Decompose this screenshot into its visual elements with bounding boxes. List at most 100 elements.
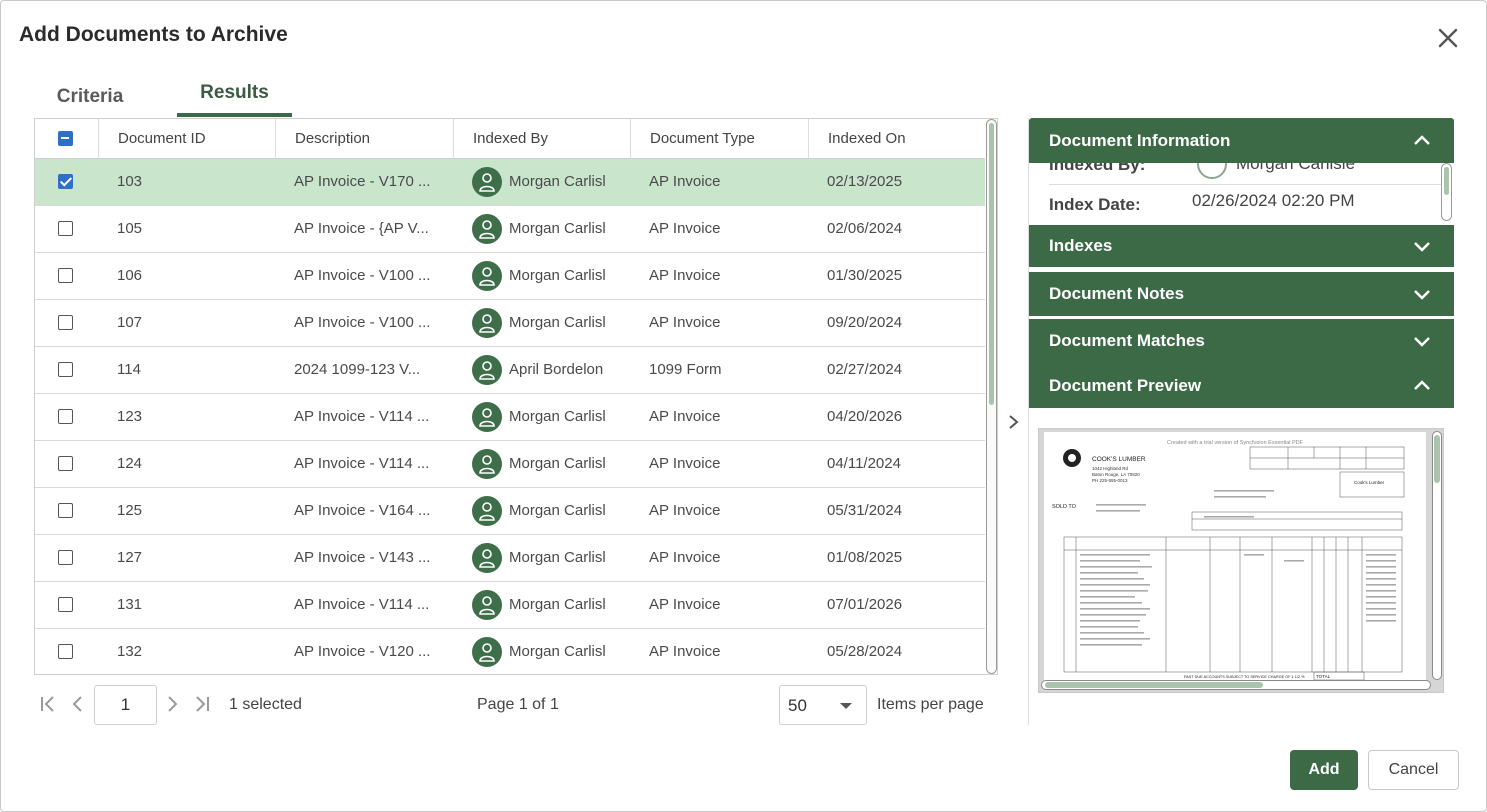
document-id-cell: 124	[117, 455, 143, 472]
row-checkbox[interactable]	[58, 597, 73, 612]
document-type-cell: AP Invoice	[649, 220, 721, 237]
chevron-right-icon[interactable]	[1004, 410, 1024, 434]
column-header-document-type[interactable]: Document Type	[630, 119, 808, 159]
add-button[interactable]: Add	[1290, 750, 1358, 790]
table-row[interactable]: 132 AP Invoice - V120 ... Morgan Carlisl AP…	[35, 629, 985, 674]
last-page-icon[interactable]	[190, 692, 214, 716]
indexed-by-cell: April Bordelon	[453, 347, 630, 393]
indexed-on-cell: 01/08/2025	[827, 549, 903, 566]
indexed-by-value: Morgan Carlisle	[1236, 163, 1356, 173]
tab-criteria[interactable]: Criteria	[35, 77, 145, 121]
user-avatar-icon	[472, 590, 502, 620]
table-row[interactable]: 114 2024 1099-123 V... April Bordelon 1099 …	[35, 347, 985, 394]
preview-past-due: PAST DUE ACCOUNTS SUBJECT TO SERVICE CHA…	[1184, 675, 1305, 679]
document-type-cell: AP Invoice	[649, 314, 721, 331]
row-checkbox[interactable]	[58, 174, 73, 189]
indexed-by-row: Indexed By: Morgan Carlisle	[1049, 163, 1444, 185]
document-preview[interactable]: Created with a trial version of Syncfusi…	[1038, 428, 1444, 693]
indexed-on-cell: 02/06/2024	[827, 220, 903, 237]
index-date-row: Index Date: 02/26/2024 02:20 PM	[1049, 185, 1444, 221]
items-per-page-label: Items per page	[877, 696, 984, 713]
row-checkbox[interactable]	[58, 503, 73, 518]
scrollbar-thumb[interactable]	[1045, 682, 1263, 688]
page-number-input[interactable]	[94, 685, 157, 725]
user-avatar-icon	[472, 308, 502, 338]
scrollbar-thumb[interactable]	[989, 123, 994, 405]
select-all-checkbox[interactable]	[58, 131, 73, 146]
user-avatar-icon	[472, 214, 502, 244]
document-id-cell: 103	[117, 173, 143, 190]
preview-vertical-scrollbar[interactable]	[1432, 431, 1442, 680]
close-icon[interactable]	[1435, 25, 1461, 51]
tab-results[interactable]: Results	[177, 73, 292, 117]
page-info: Page 1 of 1	[477, 696, 559, 713]
row-checkbox[interactable]	[58, 268, 73, 283]
table-row[interactable]: 105 AP Invoice - {AP V... Morgan Carlisl AP…	[35, 206, 985, 253]
preview-company-city: Baton Rouge, LA 70820	[1092, 472, 1140, 477]
table-row[interactable]: 103 AP Invoice - V170 ... Morgan Carlisl AP…	[35, 159, 985, 206]
document-id-cell: 105	[117, 220, 143, 237]
table-row[interactable]: 124 AP Invoice - V114 ... Morgan Carlisl AP…	[35, 441, 985, 488]
description-cell: AP Invoice - V164 ...	[294, 502, 431, 519]
row-select-cell	[35, 535, 98, 581]
grid-vertical-scrollbar[interactable]	[986, 119, 997, 674]
column-header-description[interactable]: Description	[275, 119, 453, 159]
scrollbar-thumb[interactable]	[1434, 435, 1440, 483]
caret-down-icon	[840, 703, 852, 709]
indexed-by-cell: Morgan Carlisl	[453, 441, 630, 487]
scrollbar-thumb[interactable]	[1444, 167, 1449, 195]
table-row[interactable]: 123 AP Invoice - V114 ... Morgan Carlisl AP…	[35, 394, 985, 441]
row-checkbox[interactable]	[58, 221, 73, 236]
table-row[interactable]: 125 AP Invoice - V164 ... Morgan Carlisl AP…	[35, 488, 985, 535]
row-select-cell	[35, 347, 98, 393]
row-checkbox[interactable]	[58, 456, 73, 471]
document-type-cell: AP Invoice	[649, 596, 721, 613]
indexed-by-name: April Bordelon	[509, 361, 604, 378]
table-row[interactable]: 106 AP Invoice - V100 ... Morgan Carlisl AP…	[35, 253, 985, 300]
indexed-by-cell: Morgan Carlisl	[453, 535, 630, 581]
preview-sold-to: SOLD TO	[1052, 504, 1077, 510]
row-checkbox[interactable]	[58, 315, 73, 330]
table-row[interactable]: 107 AP Invoice - V100 ... Morgan Carlisl AP…	[35, 300, 985, 347]
accordion-document-notes[interactable]: Document Notes	[1029, 272, 1454, 316]
description-cell: AP Invoice - V100 ...	[294, 267, 431, 284]
row-checkbox[interactable]	[58, 550, 73, 565]
indexed-by-cell: Morgan Carlisl	[453, 206, 630, 252]
accordion-document-preview[interactable]: Document Preview	[1029, 363, 1454, 408]
column-header-document-id[interactable]: Document ID	[98, 119, 275, 159]
previous-page-icon[interactable]	[66, 692, 90, 716]
row-select-cell	[35, 253, 98, 299]
select-all-cell	[35, 119, 98, 159]
preview-horizontal-scrollbar[interactable]	[1041, 680, 1431, 690]
row-checkbox[interactable]	[58, 409, 73, 424]
preview-total: TOTAL	[1316, 674, 1331, 679]
indexed-by-cell: Morgan Carlisl	[453, 253, 630, 299]
accordion-title: Document Notes	[1049, 284, 1185, 303]
column-header-indexed-by[interactable]: Indexed By	[453, 119, 630, 159]
table-row[interactable]: 131 AP Invoice - V114 ... Morgan Carlisl AP…	[35, 582, 985, 629]
accordion-indexes[interactable]: Indexes	[1029, 225, 1454, 267]
index-date-label: Index Date:	[1049, 195, 1141, 214]
column-header-indexed-on[interactable]: Indexed On	[808, 119, 985, 159]
indexed-by-cell: Morgan Carlisl	[453, 582, 630, 628]
accordion-document-matches[interactable]: Document Matches	[1029, 319, 1454, 363]
chevron-up-icon	[1410, 118, 1434, 163]
indexed-on-cell: 09/20/2024	[827, 314, 903, 331]
document-type-cell: 1099 Form	[649, 361, 722, 378]
cancel-button[interactable]: Cancel	[1368, 750, 1459, 790]
info-scrollbar[interactable]	[1441, 163, 1452, 221]
indexed-by-cell: Morgan Carlisl	[453, 394, 630, 440]
accordion-document-information[interactable]: Document Information	[1029, 118, 1454, 163]
first-page-icon[interactable]	[36, 692, 60, 716]
row-checkbox[interactable]	[58, 362, 73, 377]
indexed-by-name: Morgan Carlisl	[509, 596, 606, 613]
document-type-cell: AP Invoice	[649, 408, 721, 425]
user-avatar-icon	[472, 261, 502, 291]
preview-watermark: Created with a trial version of Syncfusi…	[1167, 440, 1304, 446]
index-date-value: 02/26/2024 02:20 PM	[1192, 191, 1355, 210]
document-id-cell: 107	[117, 314, 143, 331]
page-size-dropdown[interactable]: 50	[779, 685, 867, 725]
next-page-icon[interactable]	[160, 692, 184, 716]
table-row[interactable]: 127 AP Invoice - V143 ... Morgan Carlisl AP…	[35, 535, 985, 582]
row-checkbox[interactable]	[58, 644, 73, 659]
